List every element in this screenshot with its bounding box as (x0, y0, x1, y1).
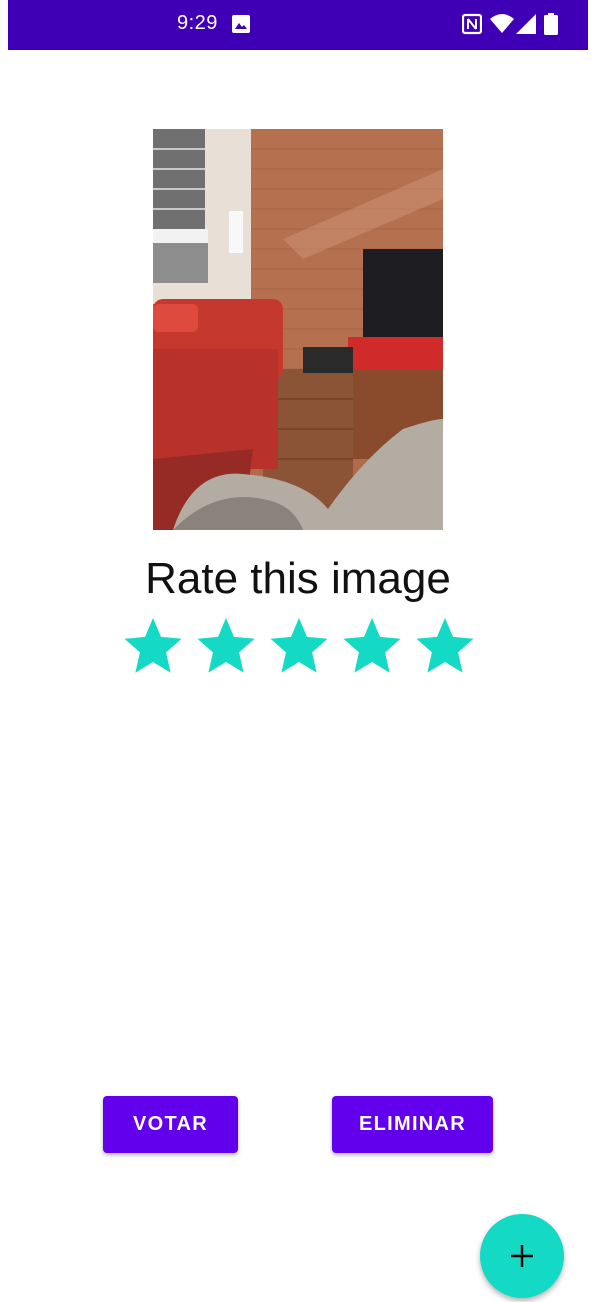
rate-title: Rate this image (145, 554, 451, 603)
nfc-icon (462, 13, 482, 35)
rated-photo (153, 129, 443, 530)
gallery-icon (232, 15, 250, 33)
wifi-icon (490, 14, 514, 33)
delete-button[interactable]: ELIMINAR (332, 1096, 493, 1153)
status-time: 9:29 (177, 12, 218, 34)
battery-icon (544, 13, 558, 35)
add-fab-button[interactable] (480, 1214, 564, 1298)
signal-icon (516, 14, 536, 34)
vote-button[interactable]: VOTAR (103, 1096, 238, 1153)
star-2-icon[interactable] (194, 614, 258, 678)
star-1-icon[interactable] (121, 614, 185, 678)
app-screen: 9:29 Rate this image VOTAR ELIMINAR (8, 0, 588, 1302)
star-4-icon[interactable] (340, 614, 404, 678)
plus-icon (511, 1245, 533, 1267)
star-3-icon[interactable] (267, 614, 331, 678)
star-5-icon[interactable] (413, 614, 477, 678)
star-rating[interactable] (121, 614, 481, 680)
status-bar: 9:29 (8, 0, 588, 50)
